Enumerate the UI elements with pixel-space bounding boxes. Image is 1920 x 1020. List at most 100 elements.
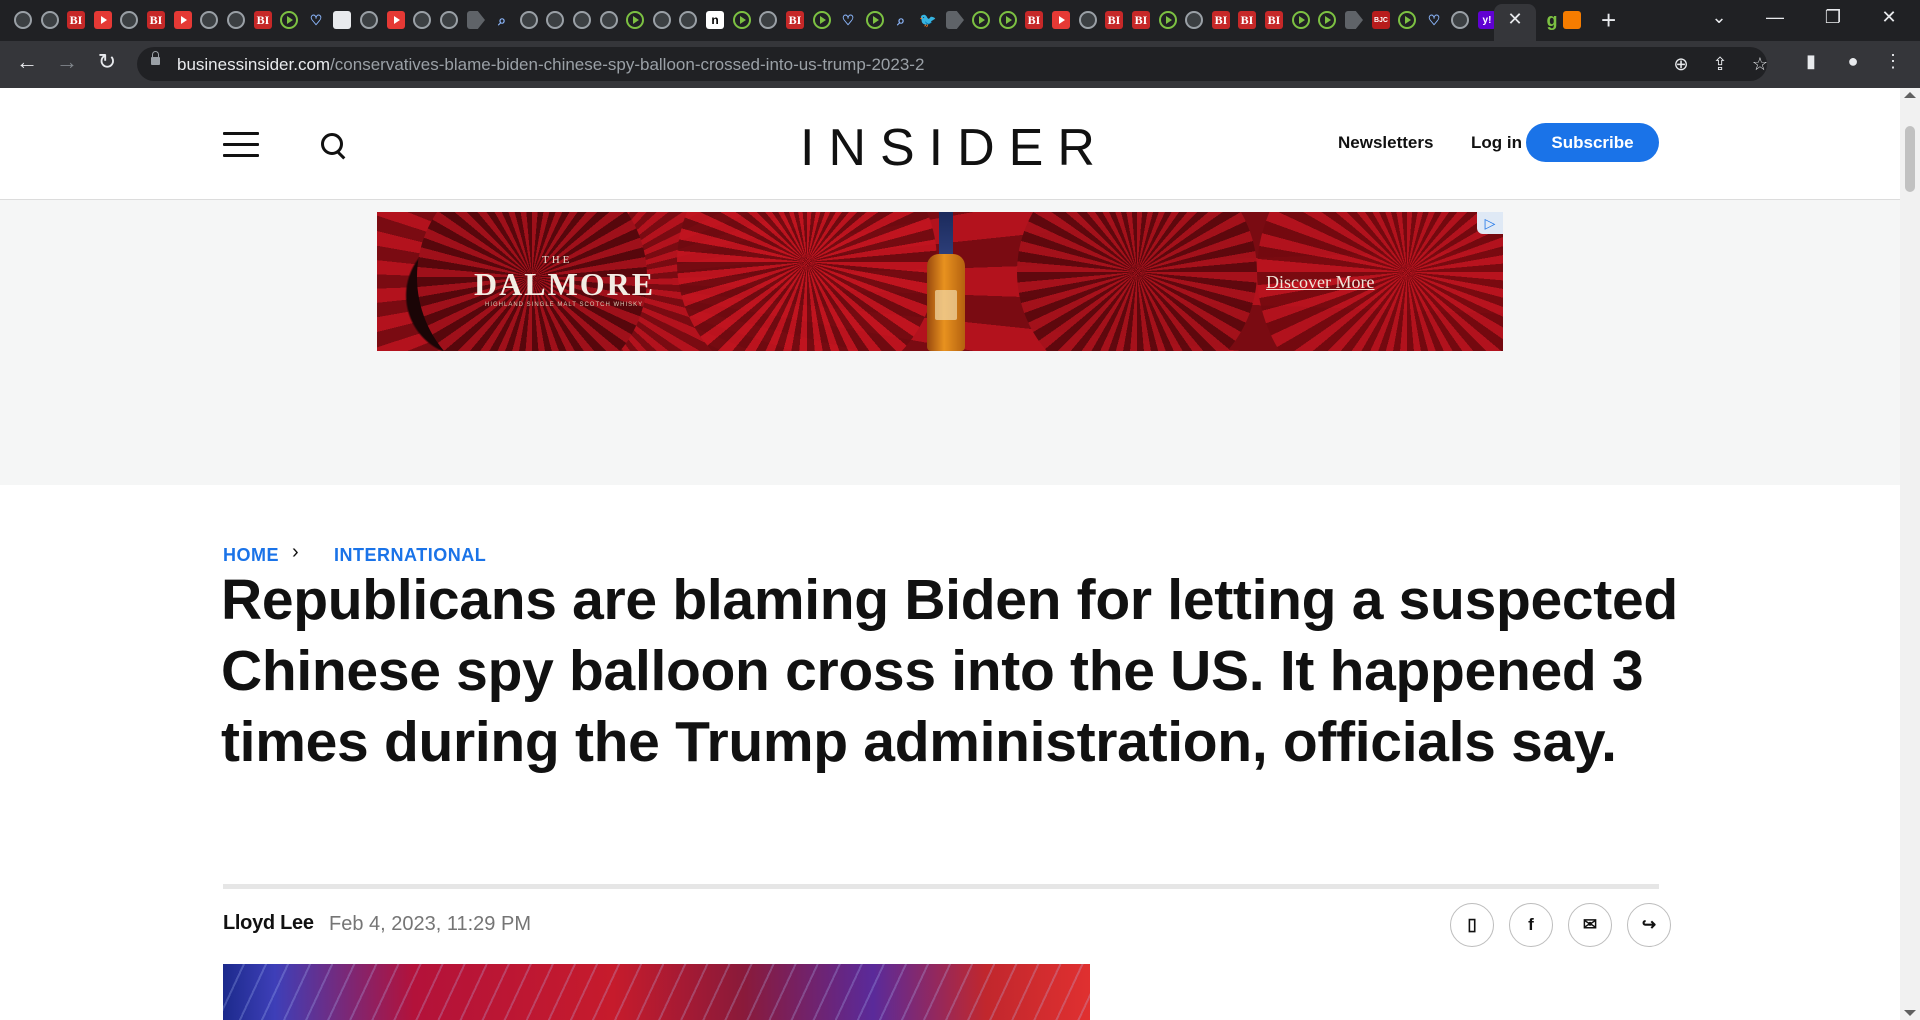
share-icon[interactable]: ⇪ (1709, 54, 1731, 75)
newsletters-link[interactable]: Newsletters (1338, 133, 1433, 153)
url-domain: businessinsider.com (177, 55, 331, 74)
play-tab-icon[interactable] (1398, 11, 1416, 29)
globe-tab-icon[interactable] (1451, 11, 1469, 29)
yt-tab-icon[interactable] (94, 11, 112, 29)
play-tab-icon[interactable] (280, 11, 298, 29)
breadcrumb-section[interactable]: INTERNATIONAL (334, 545, 486, 565)
play-tab-icon[interactable] (866, 11, 884, 29)
breadcrumb-home[interactable]: HOME (223, 545, 279, 565)
email-icon[interactable]: ✉ (1568, 903, 1612, 947)
bi-tab-icon[interactable]: BI (1238, 11, 1256, 29)
bi-tab-icon[interactable]: BI (1105, 11, 1123, 29)
facebook-icon[interactable]: f (1509, 903, 1553, 947)
globe-tab-icon[interactable] (413, 11, 431, 29)
grammarly-tab-icon[interactable]: g (1543, 10, 1561, 30)
play-tab-icon[interactable] (626, 11, 644, 29)
arrow-tab-icon[interactable] (1345, 11, 1363, 29)
url-text[interactable]: businessinsider.com/conservatives-blame-… (177, 55, 924, 75)
bi-tab-icon[interactable]: BI (1265, 11, 1283, 29)
globe-tab-icon[interactable] (227, 11, 245, 29)
globe-tab-icon[interactable] (360, 11, 378, 29)
back-button[interactable]: ← (12, 49, 42, 75)
bjc-tab-icon[interactable]: BJC (1372, 11, 1390, 29)
article-hero-image (223, 964, 1090, 1020)
shield-tab-icon[interactable]: ♡ (839, 11, 857, 29)
zoom-icon[interactable]: ⊕ (1670, 54, 1692, 75)
globe-tab-icon[interactable] (759, 11, 777, 29)
yt-tab-icon[interactable] (387, 11, 405, 29)
tab-strip: BI BI BI ♡ ⌕ n BI ♡ ⌕ 🐦 BI BI BI BI BI BI BJC ♡ y! ✕ g + ⌄… (0, 0, 1920, 41)
globe-tab-icon[interactable] (546, 11, 564, 29)
lock-icon[interactable] (151, 51, 160, 65)
bi-tab-icon[interactable]: BI (1212, 11, 1230, 29)
yt-tab-icon[interactable] (174, 11, 192, 29)
tab-search-button[interactable]: ⌄ (1699, 7, 1739, 28)
arrow-tab-icon[interactable] (946, 11, 964, 29)
scroll-down-arrow[interactable] (1904, 1010, 1916, 1016)
globe-tab-icon[interactable] (120, 11, 138, 29)
forward-button[interactable]: → (52, 49, 82, 75)
subscribe-button[interactable]: Subscribe (1526, 123, 1659, 162)
play-tab-icon[interactable] (1159, 11, 1177, 29)
bi-tab-icon[interactable]: BI (1132, 11, 1150, 29)
restore-button[interactable]: ❐ (1813, 7, 1853, 28)
bi-tab-icon[interactable]: BI (254, 11, 272, 29)
bi-tab-icon[interactable]: BI (67, 11, 85, 29)
globe-tab-icon[interactable] (653, 11, 671, 29)
bookmark-tab-icon[interactable] (1563, 11, 1581, 29)
play-tab-icon[interactable] (972, 11, 990, 29)
globe-tab-icon[interactable] (200, 11, 218, 29)
globe-tab-icon[interactable] (14, 11, 32, 29)
globe-tab-icon[interactable] (440, 11, 458, 29)
globe-tab-icon[interactable] (600, 11, 618, 29)
address-bar[interactable]: businessinsider.com/conservatives-blame-… (137, 47, 1768, 81)
side-panel-icon[interactable]: ▮ (1798, 51, 1824, 72)
n-tab-icon[interactable]: n (706, 11, 724, 29)
profile-icon[interactable]: ● (1840, 51, 1866, 72)
dalmore-ad-banner[interactable]: THE DALMORE HIGHLAND SINGLE MALT SCOTCH … (377, 212, 1503, 351)
headline-divider (223, 884, 1659, 889)
globe-tab-icon[interactable] (41, 11, 59, 29)
share-icon[interactable]: ↪ (1627, 903, 1671, 947)
yt-tab-icon[interactable] (1052, 11, 1070, 29)
arrow-tab-icon[interactable] (467, 11, 485, 29)
star-icon[interactable]: ☆ (1749, 54, 1771, 75)
menu-icon[interactable]: ⋮ (1880, 51, 1906, 72)
globe-tab-icon[interactable] (679, 11, 697, 29)
search-icon[interactable] (321, 133, 343, 155)
search-tab-icon[interactable]: ⌕ (493, 11, 511, 29)
play-tab-icon[interactable] (999, 11, 1017, 29)
bi-tab-icon[interactable]: BI (786, 11, 804, 29)
ad-container: THE DALMORE HIGHLAND SINGLE MALT SCOTCH … (0, 200, 1900, 485)
bi-tab-icon[interactable]: BI (1025, 11, 1043, 29)
ad-discover-more-link[interactable]: Discover More (1266, 272, 1374, 293)
scroll-up-arrow[interactable] (1904, 92, 1916, 98)
white-tab-icon[interactable] (333, 11, 351, 29)
globe-tab-icon[interactable] (1079, 11, 1097, 29)
close-window-button[interactable]: ✕ (1869, 7, 1909, 28)
bookmark-icon[interactable]: ▯ (1450, 903, 1494, 947)
site-logo[interactable]: INSIDER (800, 118, 1095, 178)
login-link[interactable]: Log in (1471, 133, 1522, 153)
play-tab-icon[interactable] (1292, 11, 1310, 29)
author-name[interactable]: Lloyd Lee (223, 912, 314, 935)
twitter-tab-icon[interactable]: 🐦 (919, 11, 937, 29)
play-tab-icon[interactable] (733, 11, 751, 29)
globe-tab-icon[interactable] (1185, 11, 1203, 29)
play-tab-icon[interactable] (1318, 11, 1336, 29)
hamburger-menu-icon[interactable] (223, 132, 259, 157)
search-tab-icon[interactable]: ⌕ (892, 11, 910, 29)
globe-tab-icon[interactable] (573, 11, 591, 29)
play-tab-icon[interactable] (813, 11, 831, 29)
bi-tab-icon[interactable]: BI (147, 11, 165, 29)
reload-button[interactable]: ↻ (92, 49, 122, 75)
shield-tab-icon[interactable]: ♡ (1425, 11, 1443, 29)
shield-tab-icon[interactable]: ♡ (307, 11, 325, 29)
minimize-button[interactable]: — (1755, 7, 1795, 28)
tab-close-icon[interactable]: ✕ (1505, 9, 1525, 30)
globe-tab-icon[interactable] (520, 11, 538, 29)
adchoices-icon[interactable]: ▷ (1477, 212, 1503, 234)
new-tab-button[interactable]: + (1601, 5, 1616, 36)
page-scrollbar[interactable] (1900, 88, 1920, 1020)
scrollbar-thumb[interactable] (1905, 126, 1915, 192)
